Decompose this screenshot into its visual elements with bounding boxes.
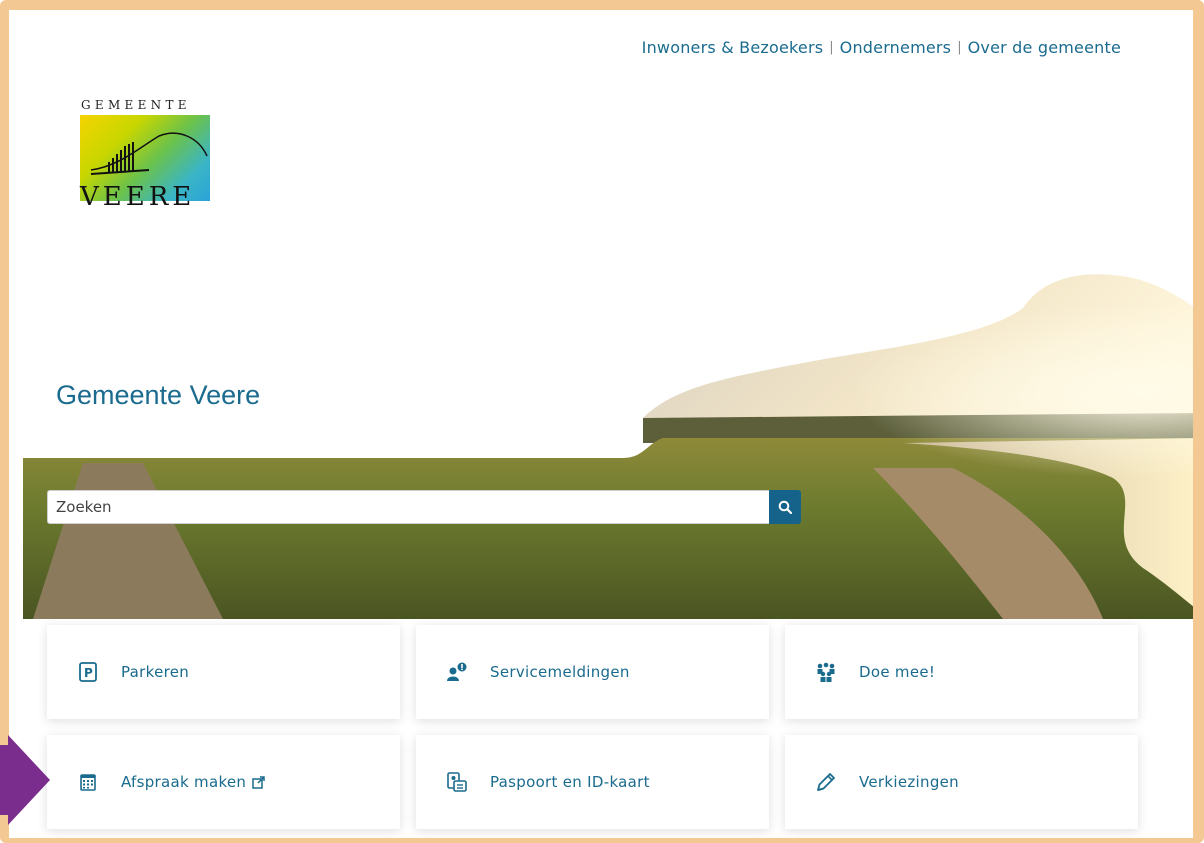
svg-text:P: P — [84, 666, 93, 680]
hero-landscape-image — [23, 268, 1193, 619]
logo-bottom-text: VEERE — [80, 182, 196, 212]
tile-servicemeldingen[interactable]: Servicemeldingen — [416, 625, 769, 719]
search-button[interactable] — [769, 490, 801, 524]
search-icon — [778, 500, 792, 514]
tile-parkeren[interactable]: P Parkeren — [47, 625, 400, 719]
nav-link-ondernemers[interactable]: Ondernemers — [840, 38, 952, 57]
id-card-icon — [446, 771, 468, 793]
tile-label: Servicemeldingen — [490, 663, 630, 681]
pencil-icon — [815, 771, 837, 793]
tile-label: Doe mee! — [859, 663, 936, 681]
tile-label: Parkeren — [121, 663, 190, 681]
top-navigation: Inwoners & Bezoekers | Ondernemers | Ove… — [642, 35, 1121, 59]
service-report-icon — [446, 661, 468, 683]
people-group-icon — [815, 661, 837, 683]
gemeente-veere-logo[interactable]: GEMEENTE VEERE — [69, 98, 229, 218]
external-link-icon — [252, 775, 265, 789]
logo-pier-icon — [90, 132, 208, 175]
tile-label: Verkiezingen — [859, 773, 959, 791]
tile-paspoort-id-kaart[interactable]: Paspoort en ID-kaart — [416, 735, 769, 829]
logo-top-text: GEMEENTE — [81, 98, 191, 112]
nav-link-over-gemeente[interactable]: Over de gemeente — [968, 38, 1121, 57]
tile-doe-mee[interactable]: Doe mee! — [785, 625, 1138, 719]
tile-afspraak-maken[interactable]: Afspraak maken — [47, 735, 400, 829]
nav-link-inwoners[interactable]: Inwoners & Bezoekers — [642, 38, 824, 57]
page-frame: Inwoners & Bezoekers | Ondernemers | Ove… — [0, 0, 1204, 843]
parking-icon: P — [77, 661, 99, 683]
calendar-icon — [77, 771, 99, 793]
search-input[interactable] — [47, 490, 769, 524]
nav-separator: | — [957, 39, 962, 55]
tile-label: Afspraak maken — [121, 773, 247, 791]
tile-label: Paspoort en ID-kaart — [490, 773, 650, 791]
search-bar — [47, 490, 801, 524]
tile-verkiezingen[interactable]: Verkiezingen — [785, 735, 1138, 829]
highlight-arrow — [0, 735, 50, 825]
nav-separator: | — [829, 39, 834, 55]
quick-links-grid: P Parkeren Servicemeldingen Doe mee! Afs… — [47, 625, 1139, 829]
page-title: Gemeente Veere — [56, 380, 261, 410]
